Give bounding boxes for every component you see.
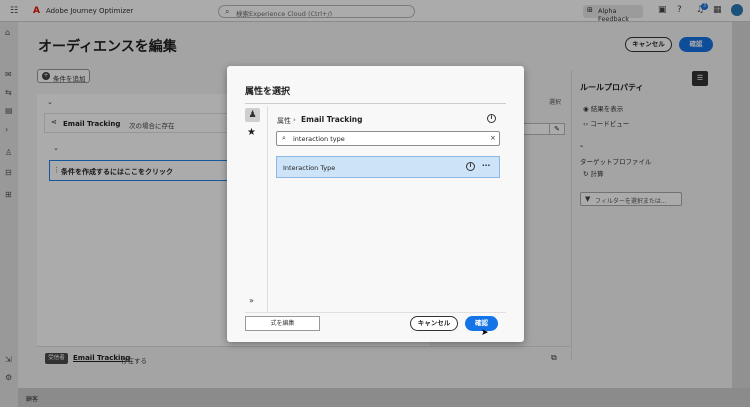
breadcrumb-root[interactable]: 属性	[277, 116, 291, 126]
dialog-title: 属性を選択	[245, 87, 291, 97]
info-icon[interactable]: i	[466, 162, 475, 171]
mouse-cursor-icon: ➤	[481, 328, 489, 338]
edit-expression-button[interactable]: 式を編集	[245, 316, 320, 331]
breadcrumb-current: Email Tracking	[301, 115, 363, 124]
divider	[245, 312, 506, 313]
user-icon[interactable]: ♟	[245, 108, 260, 122]
breadcrumb-separator: ›	[293, 116, 296, 124]
dialog-cancel-button[interactable]: キャンセル	[410, 316, 458, 331]
info-icon[interactable]: i	[487, 114, 496, 123]
search-value: interaction type	[293, 135, 345, 143]
expand-icon[interactable]: »	[249, 296, 254, 305]
attribute-name: Interaction Type	[283, 164, 336, 172]
divider	[245, 103, 506, 104]
clear-icon[interactable]: ×	[490, 134, 496, 142]
select-attribute-dialog	[227, 66, 524, 342]
attribute-search-input[interactable]: ⌕ interaction type ×	[276, 131, 500, 146]
star-icon[interactable]: ★	[247, 127, 256, 138]
more-icon[interactable]: ⋯	[482, 161, 490, 170]
search-icon: ⌕	[282, 134, 286, 142]
attribute-result-row[interactable]: Interaction Type i ⋯	[276, 156, 500, 178]
